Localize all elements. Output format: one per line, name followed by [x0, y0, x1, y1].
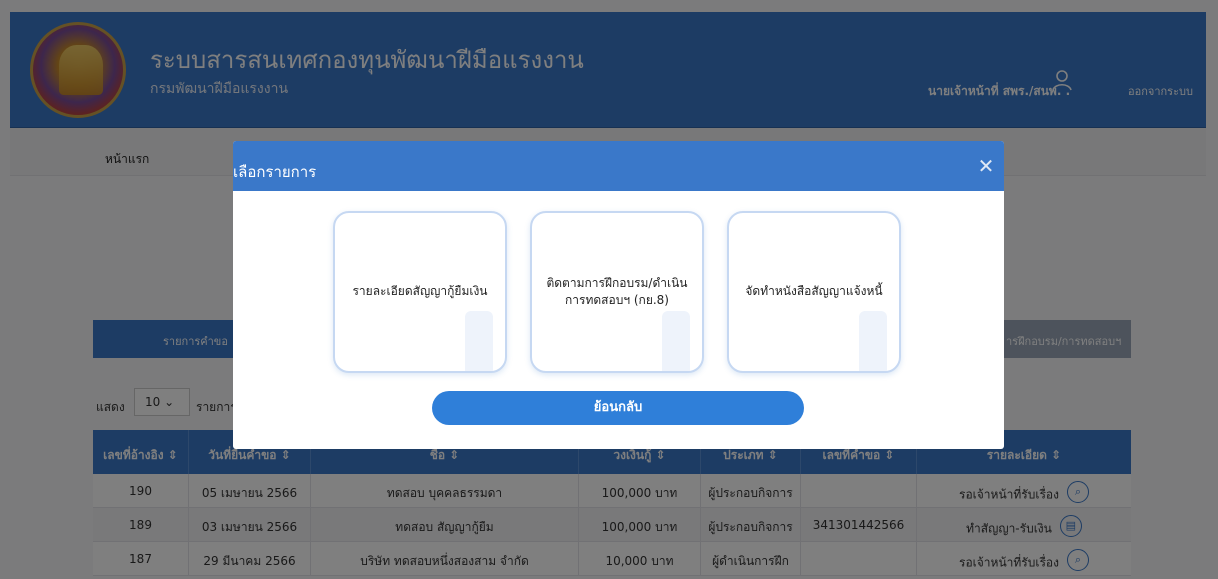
option-loan-contract-details[interactable]: รายละเอียดสัญญากู้ยืมเงิน	[333, 211, 507, 373]
option-training-tracking[interactable]: ติดตามการฝึกอบรม/ดำเนินการทดสอบฯ (กย.8)	[530, 211, 704, 373]
select-item-modal: เลือกรายการ ✕ รายละเอียดสัญญากู้ยืมเงิน …	[233, 141, 1004, 449]
back-button[interactable]: ย้อนกลับ	[432, 391, 804, 425]
close-icon[interactable]: ✕	[975, 155, 997, 177]
option-label: ติดตามการฝึกอบรม/ดำเนินการทดสอบฯ (กย.8)	[546, 275, 688, 307]
option-debt-notice-letter[interactable]: จัดทำหนังสือสัญญาแจ้งหนี้	[727, 211, 901, 373]
option-label: จัดทำหนังสือสัญญาแจ้งหนี้	[745, 284, 883, 299]
modal-title: เลือกรายการ	[233, 163, 317, 181]
modal-header: เลือกรายการ ✕	[233, 141, 1004, 191]
option-label: รายละเอียดสัญญากู้ยืมเงิน	[352, 284, 488, 299]
